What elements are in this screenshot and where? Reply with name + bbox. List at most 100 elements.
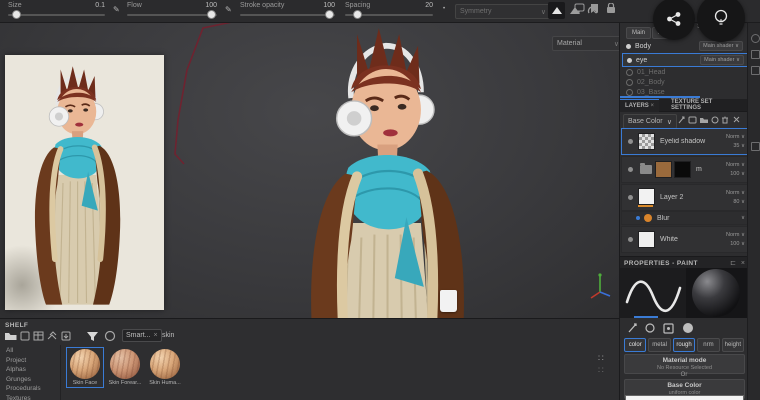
symmetry-label: Symmetry: [460, 8, 492, 15]
display-settings-icon[interactable]: [751, 34, 760, 43]
channel-metal[interactable]: metal: [648, 338, 671, 352]
list-view-icon[interactable]: ∷: [598, 365, 604, 376]
base-color-swatch[interactable]: [625, 395, 744, 400]
stroke-opacity-slider[interactable]: Stroke opacity 100: [240, 2, 335, 20]
ring-icon: [645, 323, 655, 333]
layer-visibility-icon[interactable]: [628, 195, 633, 200]
layer-visibility-icon[interactable]: [628, 139, 633, 144]
visibility-dot-icon[interactable]: [626, 43, 631, 49]
layer-thumbnail[interactable]: [638, 188, 655, 205]
material-skin-human[interactable]: Skin Huma...: [148, 349, 182, 386]
shading-mode-dropdown[interactable]: Material ∨: [552, 36, 619, 51]
shader-dropdown[interactable]: Main shader ∨: [699, 41, 743, 51]
layer-row-blur-effect[interactable]: Blur ∨: [621, 211, 749, 225]
size-knob[interactable]: [12, 10, 21, 19]
panel-scrollbar[interactable]: [620, 96, 700, 98]
category-grunges[interactable]: Grunges: [6, 376, 41, 383]
grid-view-icon[interactable]: ∷: [598, 353, 604, 364]
material-thumbnail: [70, 349, 100, 379]
camera-settings-icon[interactable]: [751, 50, 760, 59]
size-slider[interactable]: Size 0.1: [8, 2, 105, 20]
channel-rough[interactable]: rough: [672, 338, 696, 352]
texture-set-name: eye: [636, 56, 648, 64]
spacing-knob[interactable]: [353, 10, 362, 19]
pressure-pen-icon[interactable]: ✎: [225, 5, 232, 14]
layer-row-white[interactable]: White Norm ∨ 100 ∨: [621, 226, 749, 253]
flow-knob[interactable]: [207, 10, 216, 19]
material-mode-button[interactable]: Material mode No Resource Selected: [624, 354, 745, 374]
layer-blend-opacity[interactable]: Norm ∨ 100 ∨: [726, 161, 745, 178]
tab-texture-set-settings[interactable]: TEXTURE SET SETTINGS: [666, 99, 748, 111]
visibility-dot-icon[interactable]: [627, 57, 632, 63]
channel-filter-dropdown[interactable]: Base Color ∨: [623, 114, 677, 129]
trash-icon[interactable]: [751, 142, 760, 151]
search-input-text[interactable]: skin: [162, 332, 174, 339]
reference-image[interactable]: [5, 55, 164, 310]
visibility-dot-icon[interactable]: [626, 78, 633, 86]
close-icon[interactable]: ×: [154, 332, 158, 339]
texture-set-row-body[interactable]: Body Main shader ∨: [622, 40, 746, 52]
channel-nrm[interactable]: nrm: [697, 338, 720, 352]
material-skin-forearm[interactable]: Skin Forear...: [108, 349, 142, 386]
layer-name: Eyelid shadow: [660, 138, 706, 145]
layer-blend-opacity[interactable]: Norm ∨ 35 ∨: [726, 133, 745, 150]
material-skin-face[interactable]: Skin Face: [66, 347, 104, 388]
texture-set-tab-main[interactable]: Main: [626, 27, 652, 39]
properties-title: PROPERTIES - PAINT: [624, 260, 698, 267]
add-mask-icon: [711, 116, 719, 124]
3d-viewport[interactable]: Material ∨: [0, 22, 619, 318]
channel-color[interactable]: color: [624, 338, 647, 352]
category-project[interactable]: Project: [6, 357, 41, 364]
tab-layers[interactable]: LAYERS ×: [620, 99, 659, 112]
layer-visibility-icon[interactable]: [628, 167, 633, 172]
symmetry-dropdown[interactable]: Symmetry ∨: [455, 4, 551, 19]
visibility-dot-icon[interactable]: [626, 68, 633, 76]
layer-visibility-icon[interactable]: [628, 237, 633, 242]
stack-icon: [47, 331, 57, 340]
or-label: Or: [680, 372, 688, 378]
viewmode-solo-button[interactable]: [548, 2, 565, 19]
visibility-dot-icon[interactable]: [626, 88, 633, 96]
shelf-toolbar-icons[interactable]: [4, 329, 82, 343]
layer-thumbnail[interactable]: [638, 133, 655, 150]
layer-blend-opacity[interactable]: Norm ∨ 80 ∨: [726, 189, 745, 206]
share-button[interactable]: [653, 0, 695, 40]
spacing-slider[interactable]: Spacing 20: [345, 2, 433, 20]
channel-height[interactable]: height: [721, 338, 745, 352]
close-icon[interactable]: ×: [741, 260, 745, 267]
stroke-opacity-track[interactable]: [240, 14, 335, 16]
material-sphere: [692, 269, 740, 317]
lock-icon: [607, 7, 615, 13]
layer-row-eyelid-shadow[interactable]: Eyelid shadow Norm ∨ 35 ∨: [621, 128, 749, 155]
dock-icon[interactable]: ⊏: [730, 260, 736, 267]
flow-value: 100: [205, 2, 217, 9]
category-all[interactable]: All: [6, 347, 41, 354]
layer-thumbnail[interactable]: [655, 161, 672, 178]
flow-track[interactable]: [127, 14, 217, 16]
layer-toolbar-icons[interactable]: [676, 115, 746, 126]
layer-row-layer2[interactable]: Layer 2 Norm ∨ 80 ∨: [621, 184, 749, 211]
size-track[interactable]: [8, 14, 105, 16]
material-name: Skin Face: [72, 380, 98, 386]
pressure-pen-icon[interactable]: ✎: [113, 5, 120, 14]
flow-slider[interactable]: Flow 100: [127, 2, 217, 20]
texture-set-row-eye[interactable]: eye Main shader ∨: [622, 53, 748, 67]
tool-mode-icons[interactable]: [626, 322, 706, 335]
shader-dropdown[interactable]: Main shader ∨: [700, 55, 744, 65]
close-icon[interactable]: ×: [650, 103, 654, 109]
mask-thumbnail[interactable]: [674, 161, 691, 178]
layer-thumbnail[interactable]: [638, 231, 655, 248]
material-preview: [686, 268, 748, 318]
viewport-corner-icons[interactable]: [574, 3, 618, 15]
category-alphas[interactable]: Alphas: [6, 366, 41, 373]
stroke-opacity-knob[interactable]: [325, 10, 334, 19]
pencil-icon: [628, 323, 637, 333]
filter-icons[interactable]: [86, 329, 120, 343]
layer-row-folder[interactable]: m Norm ∨ 100 ∨: [621, 156, 749, 183]
axis-gizmo[interactable]: [585, 270, 615, 300]
history-icon[interactable]: [751, 66, 760, 75]
category-textures[interactable]: Textures: [6, 395, 41, 400]
layer-blend-opacity[interactable]: Norm ∨ 100 ∨: [726, 231, 745, 248]
search-filter-tag[interactable]: Smart... ×: [122, 329, 162, 342]
category-procedurals[interactable]: Procedurals: [6, 385, 41, 392]
